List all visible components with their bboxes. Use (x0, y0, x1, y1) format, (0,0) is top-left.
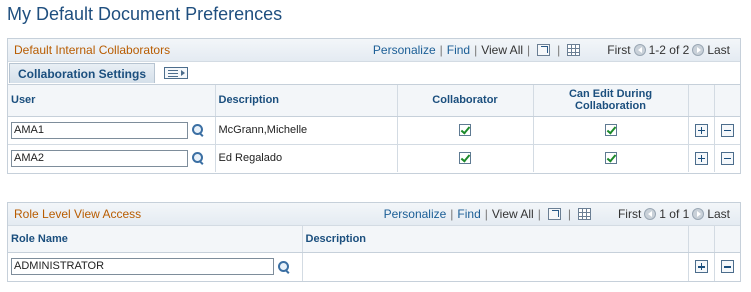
personalize-link[interactable]: Personalize (373, 43, 436, 57)
collaborators-header: Default Internal Collaborators Personali… (8, 39, 740, 62)
column-header-can-edit: Can Edit During Collaboration (533, 85, 689, 117)
delete-row-icon[interactable] (720, 151, 734, 165)
view-all-link[interactable]: View All (492, 207, 534, 221)
lookup-icon[interactable] (191, 123, 205, 137)
role-description (302, 252, 689, 281)
first-label: First (607, 43, 631, 57)
find-link[interactable]: Find (457, 207, 480, 221)
view-all-link[interactable]: View All (481, 43, 523, 57)
column-header-role-name: Role Name (8, 226, 303, 253)
role-access-nav: Personalize | Find | View All | | First … (383, 207, 730, 221)
last-label: Last (707, 43, 730, 57)
role-access-table: Role Name Description ADMINISTRATOR (8, 226, 740, 281)
user-description: Ed Regalado (215, 144, 398, 172)
collaborators-nav: Personalize | Find | View All | | First … (372, 43, 730, 57)
user-input[interactable]: AMA2 (11, 149, 188, 167)
role-access-grid: Role Level View Access Personalize | Fin… (7, 202, 741, 282)
role-name-input[interactable]: ADMINISTRATOR (11, 258, 274, 276)
collaborators-grid: Default Internal Collaborators Personali… (7, 38, 741, 174)
add-row-icon[interactable] (694, 260, 708, 274)
collaborators-title: Default Internal Collaborators (14, 43, 171, 57)
download-grid-icon[interactable] (577, 208, 591, 220)
collaborator-checkbox[interactable] (459, 124, 471, 137)
table-header-row: Role Name Description (8, 226, 740, 253)
add-row-icon[interactable] (694, 123, 708, 137)
user-description: McGrann,Michelle (215, 116, 398, 145)
previous-row-icon[interactable] (644, 208, 657, 220)
column-header-description: Description (215, 85, 398, 117)
row-range: 1-2 of 2 (648, 43, 690, 57)
next-row-icon[interactable] (692, 208, 705, 220)
zoom-icon[interactable] (547, 208, 561, 220)
table-row: AMA2 Ed Regalado (8, 144, 740, 172)
table-row: ADMINISTRATOR (8, 252, 740, 281)
find-link[interactable]: Find (447, 43, 470, 57)
table-row: AMA1 McGrann,Michelle (8, 116, 740, 145)
lookup-icon[interactable] (277, 260, 291, 274)
can-edit-checkbox[interactable] (604, 124, 617, 137)
personalize-link[interactable]: Personalize (384, 207, 447, 221)
delete-row-icon[interactable] (720, 123, 734, 137)
collaborator-checkbox[interactable] (459, 152, 471, 165)
delete-row-icon[interactable] (720, 260, 734, 274)
user-input[interactable]: AMA1 (11, 121, 188, 139)
last-label: Last (707, 207, 730, 221)
tab-collaboration-settings[interactable]: Collaboration Settings (9, 63, 155, 83)
column-header-collaborator: Collaborator (397, 85, 534, 117)
zoom-icon[interactable] (537, 44, 551, 56)
first-label: First (617, 207, 642, 221)
download-grid-icon[interactable] (567, 44, 581, 56)
column-header-description: Description (302, 226, 689, 253)
page-title: My Default Document Preferences (7, 4, 283, 24)
tab-bar: Collaboration Settings (8, 62, 740, 85)
table-header-row: User Description Collaborator Can Edit D… (8, 85, 740, 117)
column-header-user: User (8, 85, 216, 117)
next-row-icon[interactable] (692, 44, 705, 56)
role-access-header: Role Level View Access Personalize | Fin… (8, 203, 740, 226)
show-all-columns-icon[interactable] (164, 67, 188, 79)
add-row-icon[interactable] (694, 151, 708, 165)
collaborators-table: User Description Collaborator Can Edit D… (8, 85, 740, 172)
lookup-icon[interactable] (191, 151, 205, 165)
row-range: 1 of 1 (659, 207, 690, 221)
previous-row-icon[interactable] (633, 44, 646, 56)
role-access-title: Role Level View Access (14, 207, 142, 221)
can-edit-checkbox[interactable] (604, 152, 617, 165)
